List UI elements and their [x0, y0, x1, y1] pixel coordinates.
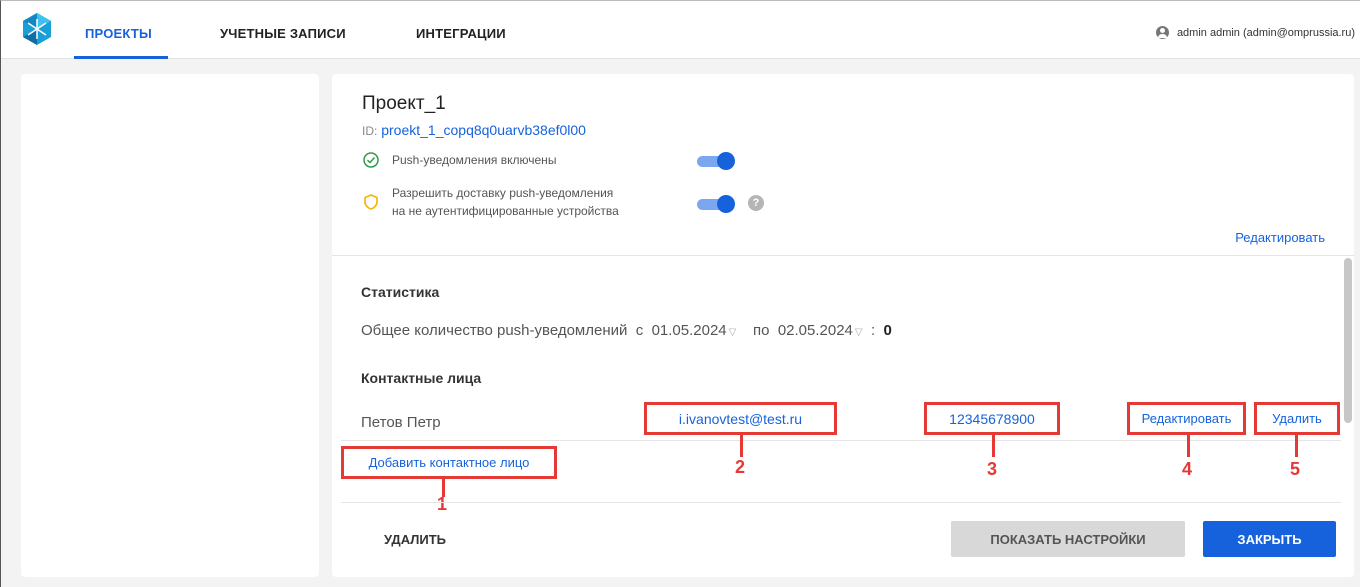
active-tab-indicator	[74, 56, 168, 59]
scrollbar-thumb[interactable]	[1344, 258, 1352, 423]
stats-to-label: по	[753, 322, 770, 339]
projects-list-panel	[21, 74, 319, 577]
tab-integrations[interactable]: ИНТЕГРАЦИИ	[416, 26, 506, 41]
chevron-down-icon: ▽	[728, 327, 737, 338]
push-enabled-toggle[interactable]	[695, 152, 735, 170]
project-info-section: Проект_1 ID: proekt_1_copq8q0uarvb38ef0l…	[332, 74, 1354, 256]
footer-divider	[341, 502, 1341, 503]
unauth-delivery-toggle[interactable]	[695, 195, 735, 213]
to-date-value: 02.05.2024	[777, 322, 853, 339]
unauth-delivery-label: Разрешить доставку push-уведомления на н…	[392, 184, 619, 220]
user-icon	[1155, 26, 1169, 39]
stats-count: 0	[883, 322, 892, 339]
stats-title: Статистика	[361, 284, 440, 300]
tab-projects[interactable]: ПРОЕКТЫ	[85, 26, 152, 41]
stats-total-label: Общее количество push-уведомлений	[361, 322, 628, 339]
help-icon[interactable]: ?	[748, 195, 764, 211]
top-bar: ПРОЕКТЫ УЧЕТНЫЕ ЗАПИСИ ИНТЕГРАЦИИ admin …	[1, 1, 1360, 59]
stats-separator: :	[870, 322, 876, 339]
contact-email-link[interactable]: i.ivanovtest@test.ru	[644, 402, 837, 435]
tab-accounts[interactable]: УЧЕТНЫЕ ЗАПИСИ	[220, 26, 346, 41]
callout-line-3	[992, 435, 995, 457]
delete-project-button[interactable]: УДАЛИТЬ	[384, 532, 446, 547]
project-id-value: proekt_1_copq8q0uarvb38ef0l00	[381, 122, 586, 138]
app-logo[interactable]	[22, 13, 52, 45]
unauth-delivery-label-line1: Разрешить доставку push-уведомления	[392, 186, 614, 200]
contact-name: Петов Петр	[361, 414, 441, 431]
contact-phone-link[interactable]: 12345678900	[924, 402, 1060, 435]
project-id-label: ID:	[362, 124, 378, 138]
push-enabled-label: Push-уведомления включены	[392, 153, 557, 167]
callout-number-2: 2	[735, 457, 746, 477]
stats-from-label: с	[635, 322, 644, 339]
edit-project-link[interactable]: Редактировать	[1235, 230, 1325, 245]
chevron-down-icon: ▽	[854, 327, 863, 338]
stats-line: Общее количество push-уведомлений с 01.0…	[361, 322, 892, 339]
project-id: ID: proekt_1_copq8q0uarvb38ef0l00	[362, 122, 586, 138]
callout-number-3: 3	[987, 459, 998, 479]
callout-number-4: 4	[1182, 459, 1193, 479]
user-menu[interactable]: admin admin (admin@omprussia.ru)	[1155, 26, 1355, 39]
from-date-value: 01.05.2024	[651, 322, 727, 339]
project-details-panel: Проект_1 ID: proekt_1_copq8q0uarvb38ef0l…	[332, 74, 1354, 577]
callout-line-4	[1187, 435, 1190, 457]
callout-line-2	[740, 435, 743, 457]
add-contact-button[interactable]: Добавить контактное лицо	[341, 446, 557, 479]
contacts-title: Контактные лица	[361, 370, 482, 386]
callout-line-5	[1295, 435, 1298, 457]
callout-number-1: 1	[437, 494, 448, 514]
close-button[interactable]: ЗАКРЫТЬ	[1203, 521, 1336, 557]
edit-contact-button[interactable]: Редактировать	[1127, 402, 1246, 435]
unauth-delivery-label-line2: на не аутентифицированные устройства	[392, 204, 619, 218]
shield-icon	[364, 194, 378, 210]
delete-contact-button[interactable]: Удалить	[1254, 402, 1340, 435]
show-settings-button[interactable]: ПОКАЗАТЬ НАСТРОЙКИ	[951, 521, 1185, 557]
from-date-select[interactable]: 01.05.2024 ▽	[652, 322, 737, 339]
user-name: admin admin (admin@omprussia.ru)	[1176, 26, 1355, 39]
check-circle-icon	[363, 152, 379, 168]
callout-number-5: 5	[1290, 459, 1301, 479]
project-title: Проект_1	[362, 93, 446, 114]
to-date-select[interactable]: 02.05.2024 ▽	[778, 322, 863, 339]
